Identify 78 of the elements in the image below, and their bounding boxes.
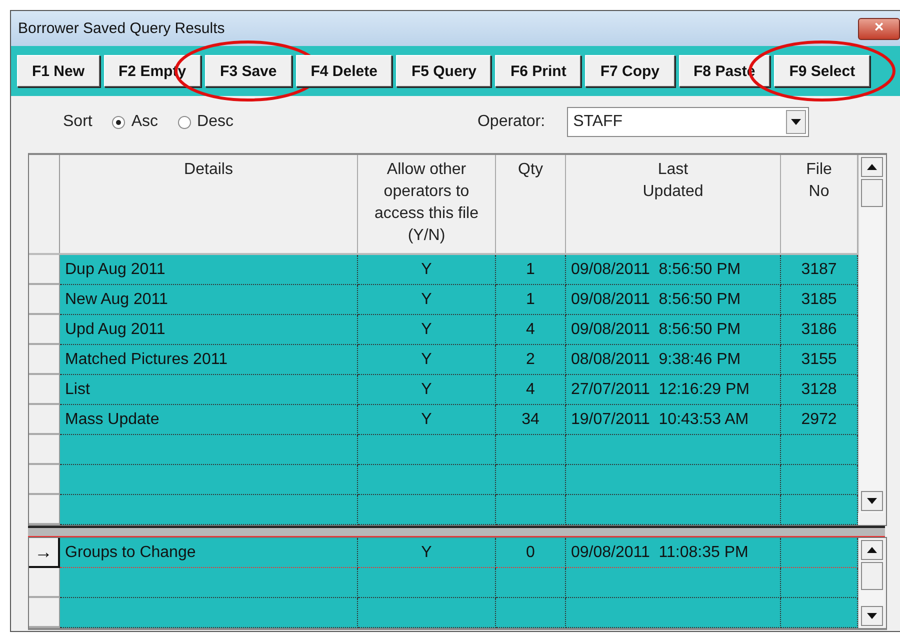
table-cell: 27/07/2011 12:16:29 PM bbox=[566, 375, 781, 405]
toolbar-button[interactable]: F1 New bbox=[17, 55, 100, 87]
toolbar-button[interactable]: F5 Query bbox=[396, 55, 492, 87]
row-header[interactable] bbox=[29, 465, 60, 495]
table-cell: 1 bbox=[496, 255, 566, 285]
scroll-thumb[interactable] bbox=[861, 179, 883, 207]
table-cell: 4 bbox=[496, 315, 566, 345]
table-cell: 3128 bbox=[781, 375, 858, 405]
row-header[interactable] bbox=[29, 345, 60, 375]
up-arrow-icon bbox=[867, 164, 877, 170]
up-arrow-icon bbox=[867, 547, 877, 553]
table-cell: 4 bbox=[496, 375, 566, 405]
down-arrow-icon bbox=[867, 613, 877, 619]
table-cell: 09/08/2011 8:56:50 PM bbox=[566, 285, 781, 315]
operator-label: Operator: bbox=[477, 113, 546, 131]
row-header[interactable] bbox=[29, 255, 60, 285]
splitter[interactable] bbox=[28, 526, 885, 537]
row-header[interactable] bbox=[29, 495, 60, 525]
row-header[interactable] bbox=[29, 435, 60, 465]
dropdown-arrow-icon bbox=[791, 119, 802, 125]
table-cell: 1 bbox=[496, 285, 566, 315]
table-cell: 09/08/2011 8:56:50 PM bbox=[566, 255, 781, 285]
table-cell: 2972 bbox=[781, 405, 858, 435]
table-cell: Y bbox=[358, 255, 496, 285]
table-cell: Mass Update bbox=[60, 405, 358, 435]
row-header[interactable] bbox=[29, 405, 60, 435]
table-cell: 08/08/2011 9:38:46 PM bbox=[566, 345, 781, 375]
table-cell: Y bbox=[358, 538, 496, 568]
scroll-down-button[interactable] bbox=[861, 491, 883, 511]
table-cell: Y bbox=[358, 345, 496, 375]
current-row-marker: → bbox=[34, 542, 52, 562]
column-header[interactable]: Allow other operators to access this file (Y/N) bbox=[358, 155, 496, 253]
table-cell: 3155 bbox=[781, 345, 858, 375]
row-header[interactable] bbox=[29, 598, 60, 628]
table-cell: Upd Aug 2011 bbox=[60, 315, 358, 345]
column-header[interactable]: Details bbox=[60, 155, 358, 253]
down-arrow-icon bbox=[867, 498, 877, 504]
table-cell: 2 bbox=[496, 345, 566, 375]
table-cell: Matched Pictures 2011 bbox=[60, 345, 358, 375]
table-cell: 0 bbox=[496, 538, 566, 568]
table-cell: 09/08/2011 8:56:50 PM bbox=[566, 315, 781, 345]
sort-label: Sort bbox=[63, 113, 92, 131]
toolbar-button[interactable]: F6 Print bbox=[495, 55, 582, 87]
row-header[interactable]: → bbox=[29, 538, 60, 568]
table-cell: 3186 bbox=[781, 315, 858, 345]
table-cell: List bbox=[60, 375, 358, 405]
table-cell: 19/07/2011 10:43:53 AM bbox=[566, 405, 781, 435]
table-cell: 3185 bbox=[781, 285, 858, 315]
scroll-up-button[interactable] bbox=[861, 157, 883, 177]
table-cell: Dup Aug 2011 bbox=[60, 255, 358, 285]
toolbar-button[interactable]: F7 Copy bbox=[585, 55, 675, 87]
row-header[interactable] bbox=[29, 315, 60, 345]
scrollbar[interactable] bbox=[858, 538, 884, 628]
scroll-thumb[interactable] bbox=[861, 562, 883, 590]
window-title: Borrower Saved Query Results bbox=[18, 20, 225, 37]
table-cell: 3187 bbox=[781, 255, 858, 285]
scrollbar[interactable] bbox=[858, 155, 884, 513]
table-cell: 34 bbox=[496, 405, 566, 435]
table-cell: Y bbox=[358, 405, 496, 435]
table-cell: Y bbox=[358, 285, 496, 315]
column-header[interactable]: Qty bbox=[496, 155, 566, 253]
scroll-down-button[interactable] bbox=[861, 606, 883, 626]
toolbar-button[interactable]: F4 Delete bbox=[296, 55, 392, 87]
row-header[interactable] bbox=[29, 568, 60, 598]
table-cell: New Aug 2011 bbox=[60, 285, 358, 315]
column-header[interactable]: Last Updated bbox=[566, 155, 781, 253]
sort-radio[interactable]: Desc bbox=[178, 113, 234, 131]
toolbar-button[interactable]: F3 Save bbox=[205, 55, 292, 87]
row-header[interactable] bbox=[29, 285, 60, 315]
scroll-up-button[interactable] bbox=[861, 540, 883, 560]
table-cell: Groups to Change bbox=[60, 538, 358, 568]
row-header[interactable] bbox=[29, 375, 60, 405]
operator-dropdown[interactable]: STAFF bbox=[567, 107, 810, 137]
sort-radio[interactable]: Asc bbox=[112, 113, 158, 131]
table-cell: Y bbox=[358, 315, 496, 345]
table-cell: 09/08/2011 11:08:35 PM bbox=[566, 538, 781, 568]
toolbar-button[interactable]: F9 Select bbox=[774, 55, 870, 87]
table-cell: Y bbox=[358, 375, 496, 405]
